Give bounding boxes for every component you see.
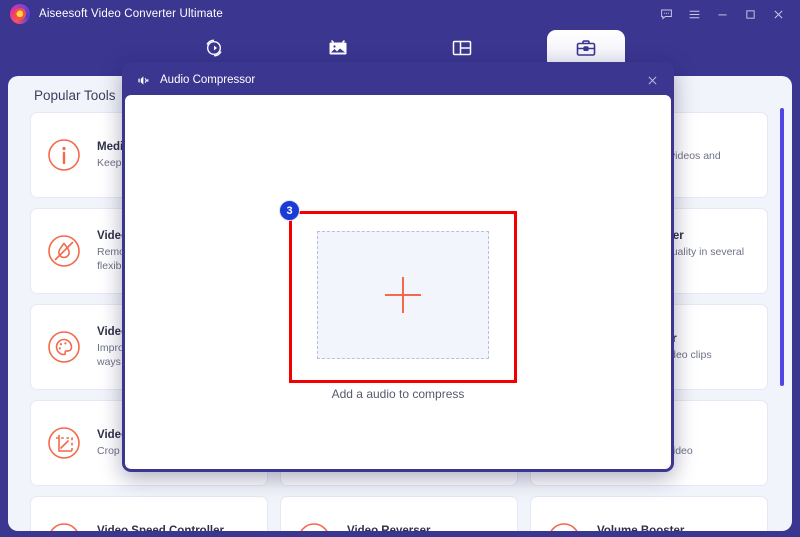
volume-booster-icon	[543, 518, 585, 531]
plus-icon[interactable]	[385, 277, 421, 313]
crop-icon	[43, 422, 85, 464]
title-bar: Aiseesoft Video Converter Ultimate	[0, 0, 800, 28]
aiseesoft-logo-icon	[10, 4, 30, 24]
audio-compressor-dialog: Audio Compressor 3 Add a audio to compre…	[122, 62, 674, 472]
menu-icon[interactable]	[680, 1, 708, 27]
collage-icon	[450, 35, 474, 61]
info-circle-icon	[43, 134, 85, 176]
dialog-title-bar: Audio Compressor	[125, 65, 671, 95]
tool-card[interactable]: Video Speed Controller Speed up or slow …	[30, 496, 268, 531]
close-icon[interactable]	[764, 1, 792, 27]
palette-icon	[43, 326, 85, 368]
drop-zone-label: Add a audio to compress	[125, 387, 671, 401]
file-drop-zone[interactable]	[317, 231, 489, 359]
dialog-body: 3 Add a audio to compress	[125, 95, 671, 469]
window-controls	[652, 1, 800, 27]
tool-name: Video Reverser	[347, 525, 472, 532]
mv-image-icon	[326, 35, 350, 61]
scrollbar-track[interactable]	[779, 108, 785, 508]
volume-speaker-icon	[137, 73, 152, 88]
application-window: Aiseesoft Video Converter Ultimate	[0, 0, 800, 537]
annotation-step-badge: 3	[279, 200, 300, 221]
speed-controller-icon	[43, 518, 85, 531]
close-icon[interactable]	[641, 69, 663, 91]
tool-card[interactable]: Video Reverser Play video in reverse ord…	[280, 496, 518, 531]
toolbox-briefcase-icon	[574, 35, 598, 61]
scrollbar-thumb[interactable]	[780, 108, 784, 386]
app-title: Aiseesoft Video Converter Ultimate	[39, 8, 223, 20]
dialog-title: Audio Compressor	[160, 74, 255, 86]
brand: Aiseesoft Video Converter Ultimate	[0, 4, 223, 24]
tool-name: Volume Booster	[597, 525, 720, 532]
converter-icon	[202, 35, 226, 61]
watermark-remove-icon	[43, 230, 85, 272]
tool-name: Video Speed Controller	[97, 525, 234, 532]
page-title: Popular Tools	[34, 88, 116, 103]
minimize-icon[interactable]	[708, 1, 736, 27]
feedback-icon[interactable]	[652, 1, 680, 27]
maximize-icon[interactable]	[736, 1, 764, 27]
tool-card[interactable]: Volume Booster Increase the audio volume	[530, 496, 768, 531]
reverser-icon	[293, 518, 335, 531]
